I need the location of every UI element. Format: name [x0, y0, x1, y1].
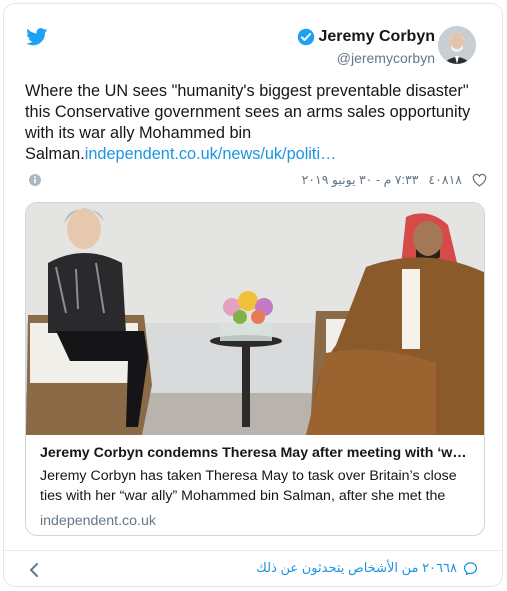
- author-block[interactable]: Jeremy Corbyn @jeremycorbyn: [297, 28, 436, 66]
- card-domain[interactable]: independent.co.uk: [40, 513, 474, 529]
- tweet-timestamp[interactable]: ٧:٣٣ م - ٣٠ يونيو ٢٠١٩: [302, 172, 419, 187]
- author-name[interactable]: Jeremy Corbyn: [319, 28, 436, 46]
- people-talking-text[interactable]: ٢٠٦٦٨ من الأشخاص يتحدثون عن ذلك: [256, 560, 457, 576]
- tweet-meta: ٤٠٨١٨ ٧:٣٣ م - ٣٠ يونيو ٢٠١٩: [25, 172, 487, 190]
- verified-badge-icon: [297, 28, 314, 46]
- info-icon[interactable]: [29, 174, 41, 186]
- footer-divider: [4, 550, 502, 551]
- people-talking-link[interactable]: ٢٠٦٦٨ من الأشخاص يتحدثون عن ذلك: [256, 560, 478, 576]
- heart-icon[interactable]: [472, 173, 487, 187]
- chevron-left-icon[interactable]: [28, 562, 40, 578]
- avatar[interactable]: [438, 26, 476, 64]
- meta-right: ٤٠٨١٨ ٧:٣٣ م - ٣٠ يونيو ٢٠١٩: [302, 172, 487, 187]
- card-image: [26, 203, 484, 435]
- link-card[interactable]: Jeremy Corbyn condemns Theresa May after…: [25, 202, 485, 536]
- card-description: Jeremy Corbyn has taken Theresa May to t…: [40, 468, 457, 504]
- card-title[interactable]: Jeremy Corbyn condemns Theresa May after…: [40, 444, 474, 462]
- twitter-bird-icon[interactable]: [26, 28, 48, 46]
- like-count[interactable]: ٤٠٨١٨: [428, 172, 462, 187]
- author-handle[interactable]: @jeremycorbyn: [297, 50, 435, 66]
- tweet-link[interactable]: independent.co.uk/news/uk/politi…: [85, 145, 337, 163]
- embedded-tweet: Jeremy Corbyn @jeremycorbyn Where the UN…: [3, 3, 503, 587]
- tweet-text: Where the UN sees "humanity's biggest pr…: [25, 81, 487, 165]
- card-body: Jeremy Corbyn condemns Theresa May after…: [40, 444, 474, 529]
- comment-icon: [463, 561, 478, 575]
